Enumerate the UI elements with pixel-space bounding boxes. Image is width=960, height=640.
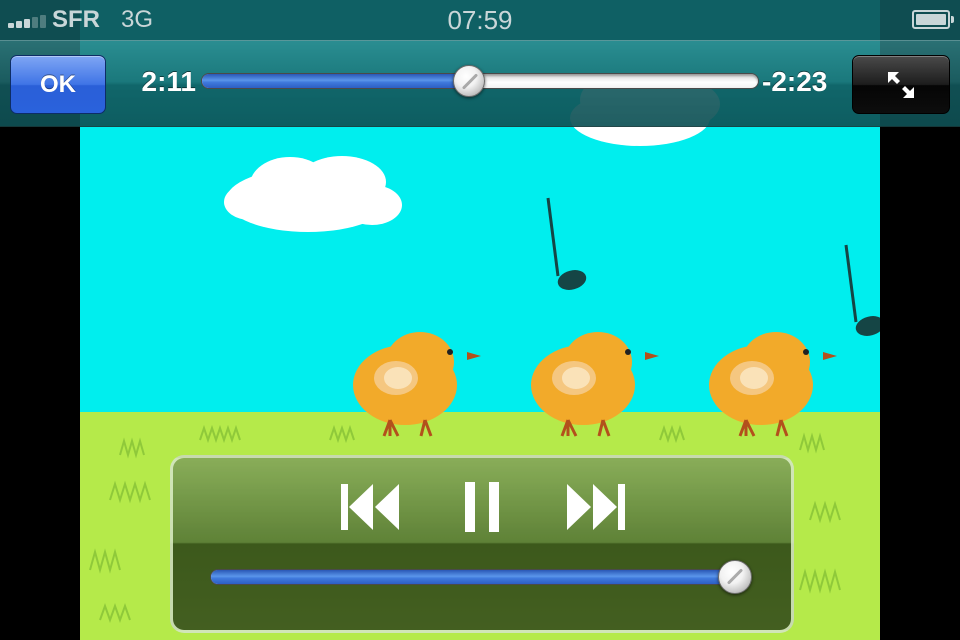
battery-icon [912, 10, 954, 29]
volume-thumb[interactable] [717, 560, 752, 594]
pause-icon [465, 482, 499, 532]
skip-next-icon [567, 484, 625, 530]
previous-button[interactable] [337, 482, 403, 532]
done-button[interactable]: OK [10, 55, 106, 114]
skip-previous-icon [341, 484, 399, 530]
battery-level [916, 14, 946, 25]
progress-thumb[interactable] [452, 65, 485, 97]
volume-fill [211, 570, 734, 584]
pause-button[interactable] [463, 482, 501, 532]
fullscreen-button[interactable] [852, 55, 950, 114]
fullscreen-toggle-icon [888, 72, 914, 98]
transport-controls [170, 455, 794, 633]
elapsed-time: 2:11 [141, 66, 197, 97]
status-clock: 07:59 [447, 5, 513, 35]
next-button[interactable] [563, 482, 629, 532]
progress-scrubber[interactable] [201, 65, 759, 97]
status-bar: SFR 3G 07:59 [0, 0, 960, 40]
progress-fill [202, 74, 469, 88]
volume-slider[interactable] [210, 560, 752, 594]
remaining-time: -2:23 [762, 66, 828, 97]
playback-toolbar: OK 2:11 -2:23 [0, 40, 960, 127]
